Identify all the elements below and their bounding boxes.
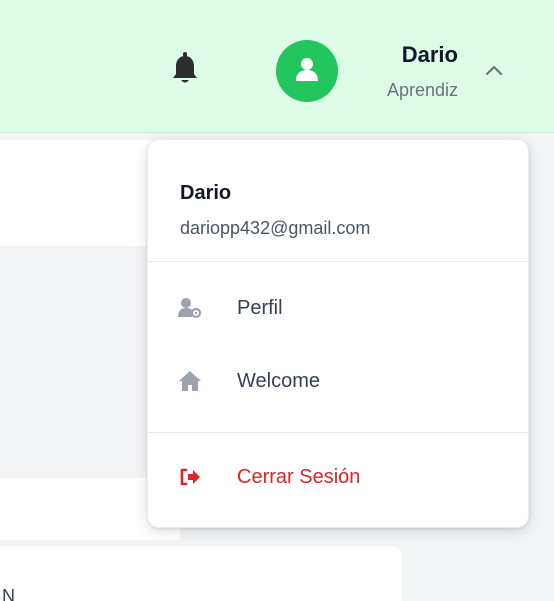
divider: [148, 261, 528, 262]
menu-item-welcome[interactable]: Welcome: [148, 356, 528, 406]
user-settings-icon: [178, 296, 202, 320]
user-name: Dario: [401, 42, 458, 67]
dropdown-user-name: Dario: [180, 182, 232, 204]
background-card: [0, 546, 402, 601]
user-icon: [294, 56, 320, 87]
dropdown-user-email: dariopp432@gmail.com: [180, 218, 371, 238]
menu-item-label: Perfil: [237, 296, 283, 319]
top-header: Dario Aprendiz: [0, 0, 554, 133]
avatar[interactable]: [276, 40, 338, 102]
background-text: N: [2, 586, 15, 601]
user-dropdown-menu: Dario dariopp432@gmail.com Perfil Welcom…: [147, 139, 529, 528]
sign-out-icon: [178, 465, 202, 489]
page: Dario Aprendiz N Dario dariopp432@gmail.…: [0, 0, 554, 601]
menu-item-perfil[interactable]: Perfil: [148, 283, 528, 333]
divider: [148, 432, 528, 433]
logout-label: Cerrar Sesión: [237, 465, 361, 488]
bell-icon[interactable]: [170, 50, 200, 90]
home-icon: [178, 369, 202, 393]
menu-item-label: Welcome: [237, 369, 320, 392]
chevron-up-icon[interactable]: [480, 56, 508, 84]
logout-button[interactable]: Cerrar Sesión: [148, 452, 528, 502]
user-role: Aprendiz: [386, 80, 458, 100]
